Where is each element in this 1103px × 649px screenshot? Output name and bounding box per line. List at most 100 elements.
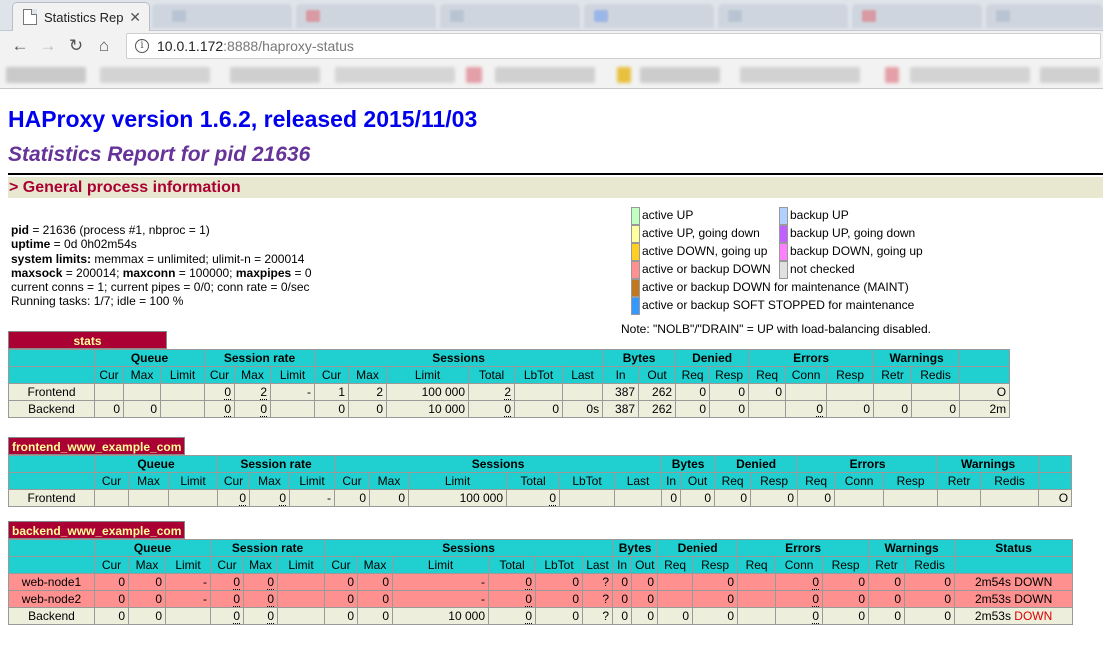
table-cell: 2 <box>468 383 515 401</box>
column-header: Cur <box>334 472 370 490</box>
browser-tab-blurred[interactable] <box>440 4 580 28</box>
home-icon[interactable]: ⌂ <box>90 36 118 56</box>
column-header: Max <box>357 556 393 574</box>
column-group-header: Bytes <box>661 455 716 473</box>
table-cell: - <box>289 489 335 507</box>
table-cell: 0 <box>324 573 358 591</box>
row-name[interactable]: Frontend <box>8 489 95 507</box>
table-cell: 0 <box>94 400 124 418</box>
limits-label: system limits: <box>11 251 92 266</box>
table-cell <box>128 489 169 507</box>
table-cell <box>834 489 885 507</box>
table-cell <box>165 607 211 625</box>
column-group-header: Denied <box>657 539 739 557</box>
frontend-table: Queue Session rate Sessions Bytes Denied Erro… <box>8 455 1073 507</box>
table-cell <box>559 489 615 507</box>
proxy-name[interactable]: stats <box>8 331 167 349</box>
column-header: In <box>602 366 640 384</box>
table-cell: 0 <box>631 573 659 591</box>
column-header: Cur <box>94 472 129 490</box>
column-group-header: Warnings <box>873 349 961 367</box>
browser-tab-blurred[interactable] <box>296 4 436 28</box>
table-cell: 0 <box>210 590 244 608</box>
column-header: Req <box>675 366 711 384</box>
page-content: HAProxy version 1.6.2, released 2015/11/… <box>0 104 1103 336</box>
table-cell: 0 <box>714 489 752 507</box>
table-row[interactable]: web-node1 0 0-0 0 0 0-0 0? 0 0 0 0 0 0 0 2m54s DOWN <box>8 573 1074 591</box>
column-header: Max <box>123 366 161 384</box>
column-header: Max <box>369 472 409 490</box>
table-cell: 0 <box>822 607 870 625</box>
table-row[interactable]: Frontend 0 0-0 0 100 000 0 0 0 0 0 0 O <box>8 489 1073 507</box>
maxsock-value: = 200014; <box>62 265 123 280</box>
column-header <box>959 366 1011 384</box>
table-cell <box>737 590 777 608</box>
back-icon[interactable]: ← <box>6 36 34 56</box>
column-group-header: Denied <box>675 349 750 367</box>
table-cell: 0 <box>692 607 739 625</box>
column-group-header: Session rate <box>204 349 315 367</box>
table-row[interactable]: Frontend 0 2-1 2 100 000 2 387 262 0 0 0 O <box>8 383 1011 401</box>
row-name[interactable]: web-node2 <box>8 590 95 608</box>
running-tasks: Running tasks: 1/7; idle = 100 % <box>11 294 184 309</box>
row-name[interactable]: Frontend <box>8 383 95 401</box>
column-group-header: Session rate <box>217 455 335 473</box>
address-bar[interactable]: i 10.0.1.172:8888/haproxy-status <box>126 33 1101 59</box>
column-group-header <box>8 455 95 473</box>
table-cell: 0 <box>775 590 824 608</box>
table-row[interactable]: Backend 0 0 0 0 0 0 10 000 0 0 0s 387 262 0 0 0 0 0 0 2m <box>8 400 1011 418</box>
column-group-header <box>959 349 1011 367</box>
column-header: Cur <box>217 472 250 490</box>
table-cell <box>937 489 982 507</box>
info-icon[interactable]: i <box>135 39 149 53</box>
legend-item: backup UP, going down <box>779 225 915 243</box>
column-group-header: Errors <box>748 349 875 367</box>
column-header: Conn <box>775 556 824 574</box>
reload-icon[interactable]: ↻ <box>62 36 90 56</box>
table-cell: 0 <box>692 573 739 591</box>
table-cell: 262 <box>638 400 677 418</box>
table-cell: 0 <box>94 573 129 591</box>
table-cell <box>561 383 604 401</box>
legend-item: active or backup DOWN for maintenance (M… <box>631 279 909 297</box>
column-group-header: Bytes <box>602 349 677 367</box>
browser-tab-blurred[interactable] <box>852 4 982 28</box>
column-header: Total <box>488 556 536 574</box>
close-icon[interactable]: ✕ <box>129 9 141 26</box>
column-header: Cur <box>210 556 244 574</box>
column-header: Retr <box>868 556 906 574</box>
proxy-name[interactable]: backend_www_example_com <box>8 521 186 539</box>
column-header: Retr <box>937 472 982 490</box>
table-cell: 0 <box>357 573 393 591</box>
column-group-header: Bytes <box>612 539 659 557</box>
row-name[interactable]: web-node1 <box>8 573 95 591</box>
table-cell <box>737 607 777 625</box>
browser-tab-blurred[interactable] <box>152 4 292 28</box>
table-cell: 0 <box>904 573 956 591</box>
row-name[interactable]: Backend <box>8 400 95 418</box>
browser-tab-blurred[interactable] <box>986 4 1103 28</box>
browser-tab-active[interactable]: Statistics Rep ✕ <box>12 2 150 31</box>
column-group-header <box>1038 455 1073 473</box>
table-cell <box>748 400 787 418</box>
column-header: Req <box>714 472 752 490</box>
forward-icon[interactable]: → <box>34 36 62 56</box>
column-header: Resp <box>883 472 939 490</box>
table-cell <box>737 573 777 591</box>
column-header: Retr <box>873 366 913 384</box>
browser-tab-blurred[interactable] <box>718 4 848 28</box>
table-cell: - <box>392 573 489 591</box>
table-cell: - <box>165 573 211 591</box>
table-cell: 100 000 <box>386 383 469 401</box>
proxy-name[interactable]: frontend_www_example_com <box>8 437 186 455</box>
table-row[interactable]: web-node2 0 0-0 0 0 0-0 0? 0 0 0 0 0 0 0 2m53s DOWN <box>8 590 1074 608</box>
legend-item: active UP, going down <box>631 225 760 243</box>
row-name[interactable]: Backend <box>8 607 95 625</box>
column-header: Last <box>581 556 614 574</box>
table-cell <box>94 489 129 507</box>
table-row[interactable]: Backend 0 0 0 0 0 0 10 000 0 0? 0 0 0 0 0 0 0 0 2m53s DOWN <box>8 607 1074 625</box>
column-header: Last <box>613 472 663 490</box>
column-header: Resp <box>826 366 875 384</box>
browser-tab-blurred[interactable] <box>584 4 714 28</box>
table-cell <box>980 489 1040 507</box>
